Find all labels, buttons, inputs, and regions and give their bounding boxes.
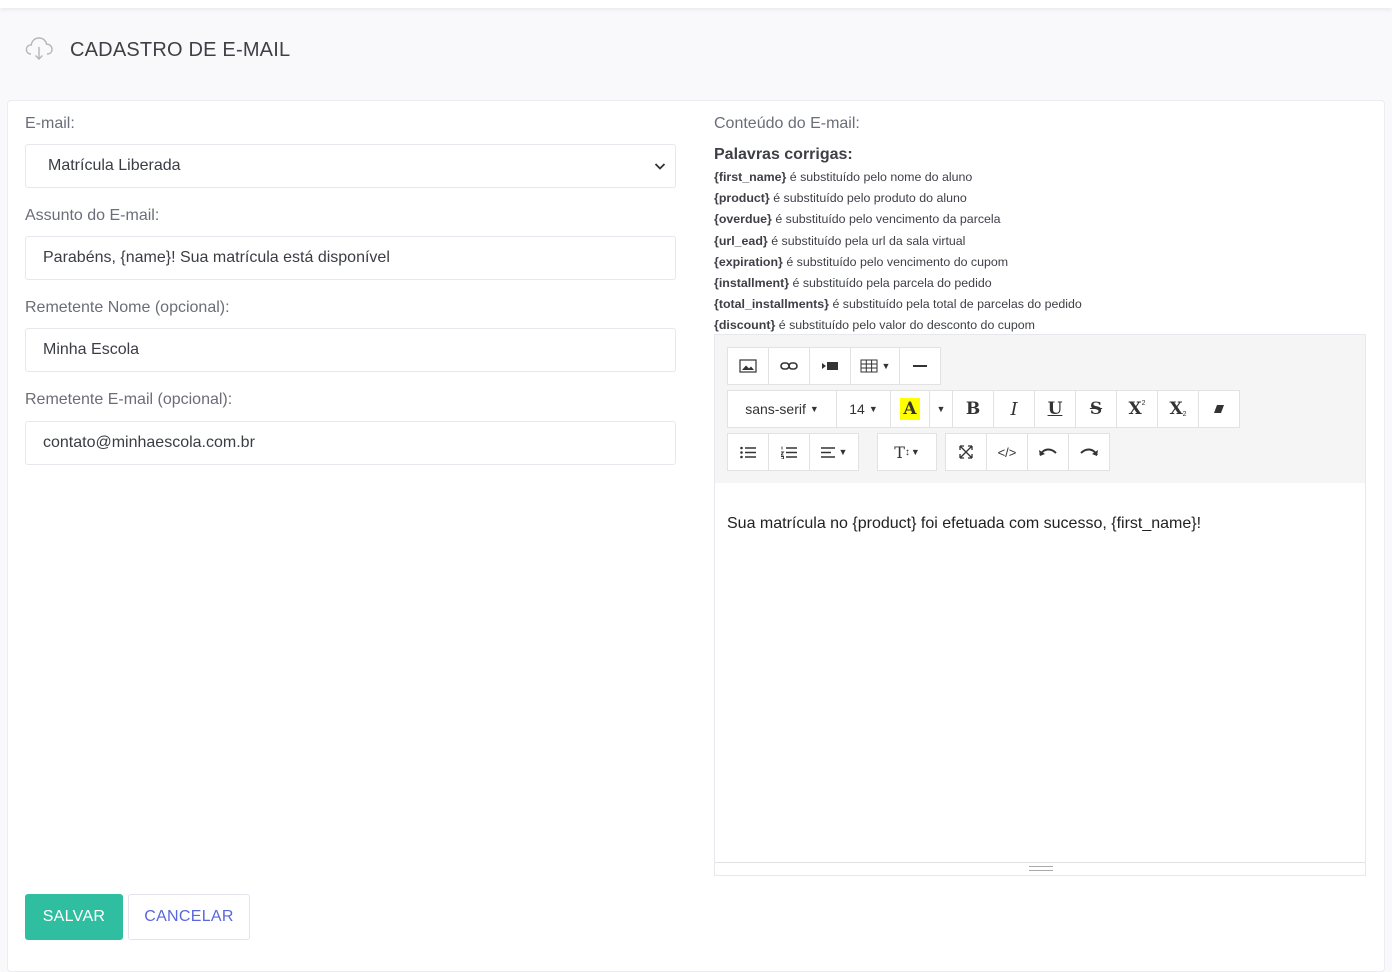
word-item: {total_installments} é substituído pela … (714, 294, 1082, 315)
superscript-icon[interactable]: X2 (1116, 390, 1158, 428)
editor-content[interactable]: Sua matrícula no {product} foi efetuada … (727, 515, 1201, 533)
eraser-icon[interactable] (1198, 390, 1240, 428)
sender-email-input[interactable]: contato@minhaescola.com.br (25, 421, 676, 465)
horizontal-rule-icon[interactable] (899, 347, 941, 385)
top-bar (0, 0, 1392, 8)
fullscreen-icon[interactable] (945, 433, 987, 471)
word-key: {expiration} (714, 254, 783, 269)
word-description: é substituído pelo nome do aluno (789, 170, 973, 184)
word-description: é substituído pela total de parcelas do … (832, 297, 1082, 312)
word-key: {total_installments} (714, 297, 829, 312)
email-select[interactable]: Matrícula Liberada (25, 144, 676, 188)
word-description: é substituído pelo vencimento da parcela (775, 212, 1001, 227)
subject-input-value: Parabéns, {name}! Sua matrícula está dis… (43, 249, 390, 266)
cloud-download-icon (24, 35, 54, 66)
content-label: Conteúdo do E-mail: (714, 115, 860, 132)
word-item: {first_name} é substituído pelo nome do … (714, 167, 1082, 188)
bold-icon[interactable]: B (952, 390, 994, 428)
code-view-icon[interactable]: </> (986, 433, 1028, 471)
word-description: é substituído pelo valor do desconto do … (778, 318, 1035, 333)
color-dropdown-caret[interactable]: ▼ (929, 390, 953, 428)
word-description: é substituído pela parcela do pedido (792, 275, 992, 290)
words-list: {first_name} é substituído pelo nome do … (714, 167, 1082, 337)
unordered-list-icon[interactable] (727, 433, 769, 471)
word-description: é substituído pelo vencimento do cupom (786, 254, 1009, 269)
sender-email-input-value: contato@minhaescola.com.br (43, 434, 255, 451)
word-key: {discount} (714, 318, 776, 333)
link-icon[interactable] (768, 347, 810, 385)
sender-name-input[interactable]: Minha Escola (25, 328, 676, 372)
subject-label: Assunto do E-mail: (25, 207, 160, 224)
image-icon[interactable] (727, 347, 769, 385)
word-key: {product} (714, 191, 770, 206)
rich-text-editor: ▼ sans-serif ▼ 14 ▼ A ▼ B I U S X 2 X 2 … (714, 334, 1366, 876)
form-card: E-mail: Matrícula Liberada Assunto do E-… (7, 100, 1385, 972)
align-icon[interactable]: ▼ (809, 433, 859, 471)
toolbar-insert-group: ▼ (727, 347, 941, 385)
word-item: {url_ead} é substituído pela url da sala… (714, 231, 1082, 252)
word-description: é substituído pelo produto do aluno (773, 191, 967, 206)
email-select-value: Matrícula Liberada (48, 157, 181, 174)
font-size-dropdown[interactable]: 14 ▼ (836, 390, 891, 428)
ordered-list-icon[interactable] (768, 433, 810, 471)
font-family-dropdown[interactable]: sans-serif ▼ (727, 390, 837, 428)
toolbar-view-group: </> (945, 433, 1110, 471)
email-label: E-mail: (25, 115, 75, 132)
text-color-icon[interactable]: A (890, 390, 930, 428)
cancel-button[interactable]: CANCELAR (128, 894, 250, 940)
word-key: {url_ead} (714, 233, 768, 248)
editor-toolbar: ▼ sans-serif ▼ 14 ▼ A ▼ B I U S X 2 X 2 … (715, 335, 1365, 483)
sender-name-input-value: Minha Escola (43, 341, 140, 358)
word-description: é substituído pela url da sala virtual (771, 233, 966, 248)
line-height-icon[interactable]: T ↕ ▼ (877, 433, 937, 471)
sender-name-label: Remetente Nome (opcional): (25, 299, 230, 316)
underline-icon[interactable]: U (1034, 390, 1076, 428)
word-item: {product} é substituído pelo produto do … (714, 188, 1082, 209)
video-icon[interactable] (809, 347, 851, 385)
redo-icon[interactable] (1068, 433, 1110, 471)
editor-resize-handle[interactable] (715, 862, 1365, 875)
strikethrough-icon[interactable]: S (1075, 390, 1117, 428)
page-title: CADASTRO DE E-MAIL (70, 38, 291, 61)
undo-icon[interactable] (1027, 433, 1069, 471)
page-header: CADASTRO DE E-MAIL (24, 34, 290, 66)
word-item: {overdue} é substituído pelo vencimento … (714, 209, 1082, 230)
word-item: {expiration} é substituído pelo vencimen… (714, 252, 1082, 273)
table-icon[interactable]: ▼ (850, 347, 900, 385)
font-size-value: 14 (849, 401, 865, 417)
toolbar-paragraph-group: ▼ (727, 433, 859, 471)
word-key: {installment} (714, 275, 790, 290)
save-button[interactable]: SALVAR (25, 894, 123, 940)
word-key: {first_name} (714, 170, 787, 184)
subject-input[interactable]: Parabéns, {name}! Sua matrícula está dis… (25, 236, 676, 280)
toolbar-height-group: T ↕ ▼ (877, 433, 937, 471)
chevron-down-icon (654, 163, 666, 170)
toolbar-font-group: sans-serif ▼ 14 ▼ A ▼ B I U S X2 X 2 (727, 390, 1240, 428)
italic-icon[interactable]: I (993, 390, 1035, 428)
words-title: Palavras corrigas: (714, 146, 853, 163)
word-key: {overdue} (714, 212, 772, 227)
resize-grip-icon (1029, 866, 1053, 871)
font-family-value: sans-serif (745, 401, 806, 417)
subscript-icon[interactable]: X2 (1157, 390, 1199, 428)
sender-email-label: Remetente E-mail (opcional): (25, 391, 233, 408)
word-item: {installment} é substituído pela parcela… (714, 273, 1082, 294)
